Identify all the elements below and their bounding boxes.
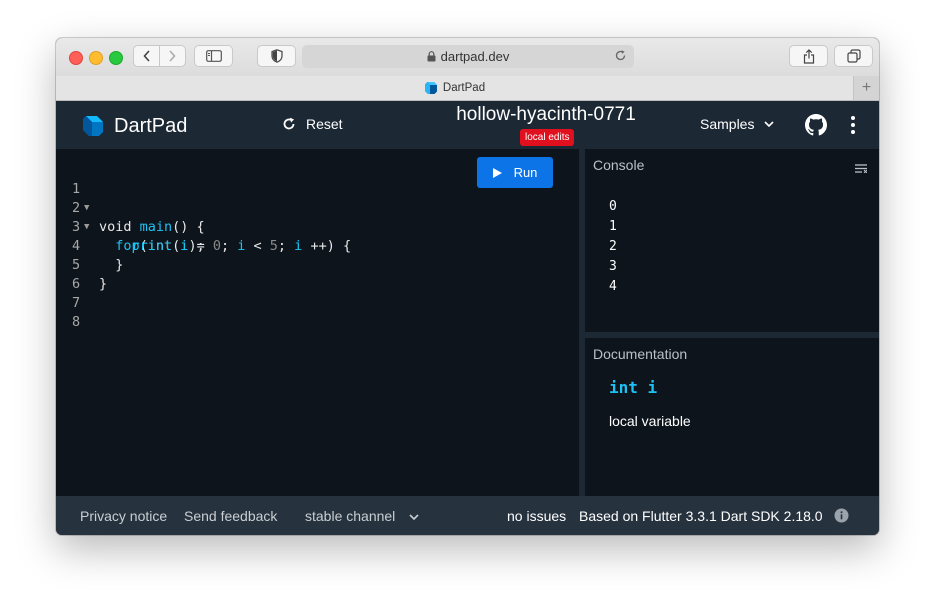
code-line: 8: [56, 294, 105, 330]
code-line: 7: [56, 275, 105, 311]
channel-dropdown[interactable]: stable channel: [305, 508, 419, 524]
documentation-panel: Documentation int i local variable: [585, 338, 879, 496]
tab-title: DartPad: [442, 82, 486, 94]
lock-icon: [427, 51, 436, 62]
tab-bar: DartPad +: [56, 76, 879, 101]
tabs-icon: [846, 49, 861, 63]
dart-logo-icon: [83, 116, 103, 136]
samples-dropdown[interactable]: Samples: [700, 116, 775, 132]
chevron-down-icon: [764, 121, 775, 127]
new-tab-button[interactable]: +: [854, 76, 879, 100]
console-line: 2: [609, 239, 617, 254]
chevron-right-icon: [169, 50, 177, 62]
local-edits-badge: local edits: [520, 129, 575, 146]
sidebar-toggle-button[interactable]: [194, 45, 233, 67]
doc-description: local variable: [609, 413, 691, 429]
back-button[interactable]: [134, 46, 159, 66]
share-icon: [803, 48, 814, 64]
code-line: 1 ▼ void main() {: [72, 181, 205, 235]
console-line: 1: [609, 219, 617, 234]
browser-window: dartpad.dev DartPad + DartPad Reset holl…: [56, 38, 879, 535]
browser-toolbar: dartpad.dev: [56, 38, 879, 77]
navigation-buttons: [133, 45, 186, 67]
code-line: 4 }: [72, 238, 124, 273]
reload-icon[interactable]: [614, 49, 627, 65]
info-icon[interactable]: [834, 508, 849, 526]
issues-status[interactable]: no issues: [507, 508, 566, 524]
clear-console-icon[interactable]: [855, 160, 868, 178]
reset-label: Reset: [306, 116, 343, 132]
samples-label: Samples: [700, 116, 755, 132]
line-number: 8: [72, 314, 81, 330]
tab-overview-button[interactable]: [834, 45, 873, 67]
documentation-title: Documentation: [593, 346, 688, 362]
url-text: dartpad.dev: [440, 49, 510, 64]
github-button[interactable]: [805, 114, 827, 141]
channel-label: stable channel: [305, 508, 396, 524]
minimize-window-button[interactable]: [89, 51, 103, 65]
console-panel: Console 0 1 2 3 4: [585, 149, 879, 332]
shield-icon: [270, 49, 283, 63]
more-vertical-icon: [851, 116, 855, 134]
app-header: DartPad Reset hollow-hyacinth-0771 local…: [56, 101, 879, 149]
run-label: Run: [513, 165, 538, 180]
code-editor[interactable]: 1 ▼ void main() { 2 ▼ for(int i = 0; i <…: [56, 149, 579, 496]
pad-title: hollow-hyacinth-0771: [456, 104, 636, 125]
address-bar[interactable]: dartpad.dev: [302, 45, 634, 68]
console-line: 3: [609, 259, 617, 274]
chevron-down-icon: [409, 514, 419, 521]
sidebar-icon: [205, 50, 222, 62]
zoom-window-button[interactable]: [109, 51, 123, 65]
code-line: 2 ▼ for(int i = 0; i < 5; i ++) {: [72, 200, 352, 254]
reset-button[interactable]: Reset: [282, 116, 343, 132]
dart-favicon-icon: [424, 81, 438, 95]
code-line: 3 print(i);: [72, 219, 205, 254]
play-icon: [492, 167, 502, 178]
console-output: 0 1 2 3 4: [609, 197, 617, 297]
code-line: 5 }: [72, 257, 108, 292]
reset-icon: [282, 117, 296, 131]
app-name: DartPad: [114, 114, 188, 137]
github-icon: [805, 114, 827, 136]
close-window-button[interactable]: [69, 51, 83, 65]
forward-button[interactable]: [160, 46, 185, 66]
console-line: 4: [609, 279, 617, 294]
tab-dartpad[interactable]: DartPad: [56, 76, 854, 100]
console-title: Console: [593, 157, 645, 173]
privacy-report-button[interactable]: [257, 45, 296, 67]
run-button[interactable]: Run: [477, 157, 553, 188]
share-button[interactable]: [789, 45, 828, 67]
doc-signature: int i: [609, 378, 658, 397]
status-footer: Privacy notice Send feedback stable chan…: [56, 496, 879, 535]
send-feedback-link[interactable]: Send feedback: [184, 508, 277, 524]
chevron-left-icon: [142, 50, 150, 62]
dartpad-logo: DartPad: [81, 114, 187, 138]
code-line: 6: [56, 256, 105, 292]
version-info: Based on Flutter 3.3.1 Dart SDK 2.18.0: [579, 508, 823, 524]
privacy-notice-link[interactable]: Privacy notice: [80, 508, 167, 524]
more-menu-button[interactable]: [850, 115, 856, 140]
console-line: 0: [609, 199, 617, 214]
